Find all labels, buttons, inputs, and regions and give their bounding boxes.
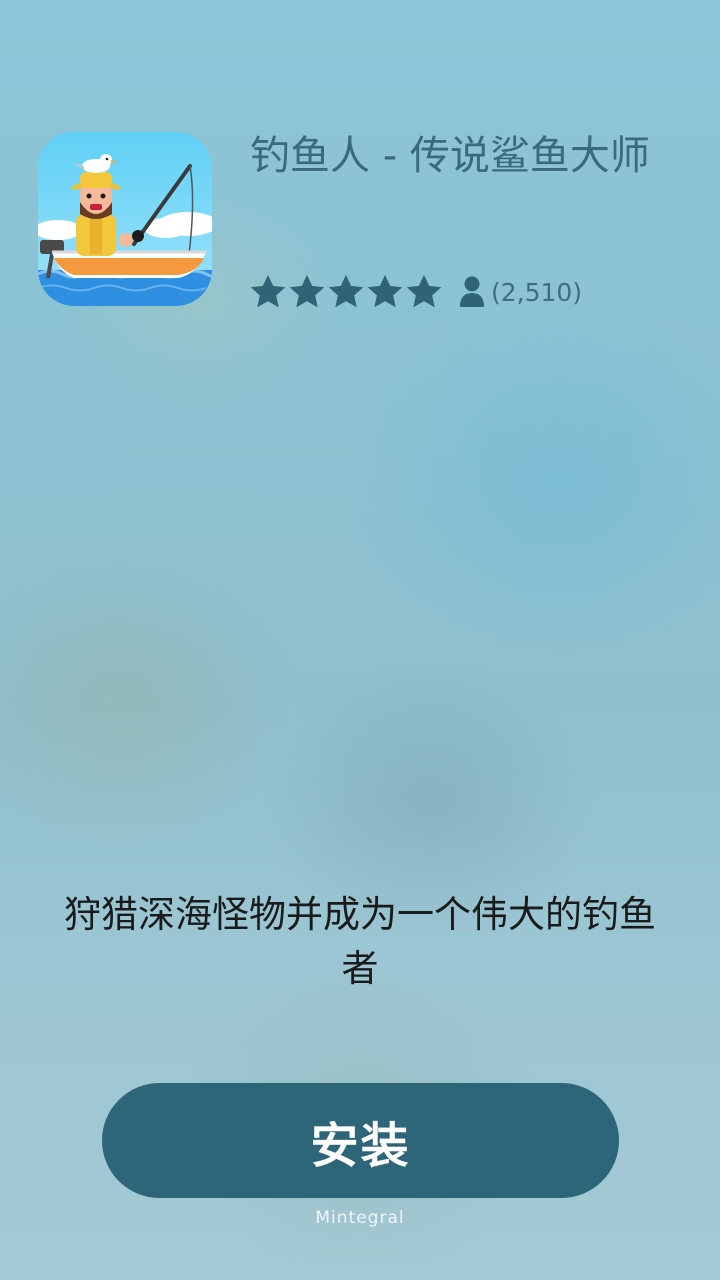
- app-title: 钓鱼人 - 传说鲨鱼大师: [250, 133, 650, 179]
- star-rating: [250, 274, 445, 310]
- star-icon: [367, 274, 403, 308]
- mintegral-logo: Mintegral: [315, 1208, 405, 1228]
- star-icon: [406, 274, 442, 308]
- star-icon: [289, 274, 325, 308]
- app-tagline: 狩猎深海怪物并成为一个伟大的钓鱼者: [64, 893, 656, 990]
- install-button[interactable]: 安装: [102, 1083, 619, 1198]
- star-icon: [328, 274, 364, 308]
- rating-row: (2,510): [250, 272, 582, 312]
- review-count: (2,510): [491, 277, 583, 307]
- star-icon: [250, 274, 286, 308]
- app-icon[interactable]: [38, 132, 212, 306]
- fisherman-game-icon: [38, 132, 212, 306]
- user-icon: [460, 276, 484, 307]
